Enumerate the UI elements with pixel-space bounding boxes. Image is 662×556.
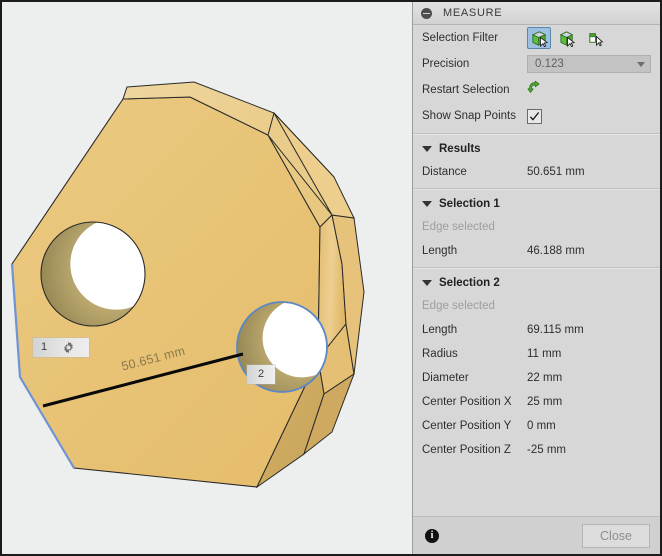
property-value: 69.115 mm: [527, 324, 584, 336]
selection-marker-1[interactable]: 1: [33, 338, 89, 357]
filter-select-sketches[interactable]: [583, 27, 607, 49]
property-row: Diameter 22 mm: [413, 366, 660, 390]
precision-value: 0.123: [535, 58, 564, 70]
panel-footer: i Close: [413, 516, 660, 554]
measure-panel: MEASURE Selection Filter Precision 0.123…: [412, 2, 660, 554]
row-restart-selection: Restart Selection: [413, 77, 660, 103]
selection-filter-label: Selection Filter: [422, 32, 499, 44]
divider: [413, 133, 660, 135]
property-label: Radius: [422, 348, 458, 360]
selection-marker-2-number: 2: [257, 368, 265, 380]
property-row: Distance 50.651 mm: [413, 160, 660, 184]
property-row: Edge selected: [413, 215, 660, 239]
precision-dropdown[interactable]: 0.123: [527, 55, 651, 73]
divider: [413, 267, 660, 269]
row-precision: Precision 0.123: [413, 51, 660, 77]
section-header-selection-1[interactable]: Selection 1: [413, 193, 660, 215]
close-button[interactable]: Close: [582, 523, 650, 548]
selection-filter-group: [527, 27, 607, 49]
show-snap-points-label: Show Snap Points: [422, 110, 516, 122]
property-label: Center Position X: [422, 396, 512, 408]
property-label: Diameter: [422, 372, 469, 384]
section-title: Selection 1: [439, 198, 500, 210]
property-label: Distance: [422, 166, 467, 178]
3d-viewport[interactable]: 50.651 mm 1 2: [2, 2, 412, 554]
show-snap-points-checkbox[interactable]: [527, 108, 542, 124]
selection-marker-2[interactable]: 2: [247, 365, 275, 384]
divider: [413, 188, 660, 190]
property-label: Length: [422, 245, 458, 257]
property-value: 22 mm: [527, 372, 563, 384]
check-icon: [529, 111, 540, 121]
gear-icon[interactable]: [55, 341, 81, 354]
property-label: Edge selected: [422, 300, 495, 312]
section-header-selection-2[interactable]: Selection 2: [413, 272, 660, 294]
chevron-down-icon[interactable]: [422, 201, 432, 207]
info-icon[interactable]: i: [425, 528, 439, 543]
filter-select-faces[interactable]: [527, 27, 551, 49]
property-row: Center Position X 25 mm: [413, 390, 660, 414]
restart-selection-label: Restart Selection: [422, 84, 510, 96]
results-sections: Results Distance 50.651 mm Selection 1 Edge …: [413, 138, 660, 462]
precision-label: Precision: [422, 58, 470, 70]
property-row: Radius 11 mm: [413, 342, 660, 366]
property-value: 25 mm: [527, 396, 563, 408]
panel-title: MEASURE: [443, 7, 503, 19]
property-label: Center Position Y: [422, 420, 512, 432]
property-label: Length: [422, 324, 458, 336]
property-row: Edge selected: [413, 294, 660, 318]
row-show-snap-points: Show Snap Points: [413, 103, 660, 129]
measure-tool-window: 50.651 mm 1 2 MEASURE Selection Filter P…: [0, 0, 662, 556]
panel-title-bar[interactable]: MEASURE: [413, 2, 660, 25]
property-row: Center Position Z -25 mm: [413, 438, 660, 462]
row-selection-filter: Selection Filter: [413, 25, 660, 51]
property-row: Center Position Y 0 mm: [413, 414, 660, 438]
property-value: 11 mm: [527, 348, 562, 360]
property-value: 0 mm: [527, 420, 556, 432]
property-row: Length 46.188 mm: [413, 239, 660, 263]
property-label: Edge selected: [422, 221, 495, 233]
section-title: Results: [439, 143, 481, 155]
restart-arrow-icon[interactable]: [527, 80, 543, 101]
property-label: Center Position Z: [422, 444, 511, 456]
chevron-down-icon[interactable]: [637, 61, 645, 67]
panel-body: Selection Filter Precision 0.123 Restart…: [413, 25, 660, 516]
property-row: Length 69.115 mm: [413, 318, 660, 342]
section-header-results[interactable]: Results: [413, 138, 660, 160]
filter-select-bodies[interactable]: [555, 27, 579, 49]
property-value: 46.188 mm: [527, 245, 585, 257]
property-value: 50.651 mm: [527, 166, 585, 178]
chevron-down-icon[interactable]: [422, 146, 432, 152]
property-value: -25 mm: [527, 444, 566, 456]
chevron-down-icon[interactable]: [422, 280, 432, 286]
selection-marker-1-number: 1: [40, 341, 48, 353]
section-title: Selection 2: [439, 277, 500, 289]
model-canvas[interactable]: [2, 2, 412, 554]
collapse-dot-icon[interactable]: [421, 7, 432, 19]
